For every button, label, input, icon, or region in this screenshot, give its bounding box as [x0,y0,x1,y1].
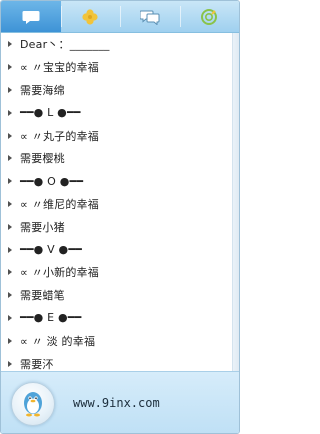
tab-groups[interactable] [120,1,180,32]
list-item[interactable]: 需要樱桃 [1,147,239,170]
group-label: 需要小猪 [20,220,65,234]
expand-arrow-icon [8,178,12,185]
group-label: ∝ 〃小新的幸福 [20,266,99,280]
expand-arrow-icon [8,64,12,71]
list-item[interactable]: ∝ 〃 淡 的幸福 [1,329,239,352]
group-label: 需要㳅 [20,357,54,371]
list-item[interactable]: ∝ 〃宝宝的幸福 [1,56,239,79]
group-label: ∝ 〃 淡 的幸福 [20,334,96,348]
penguin-avatar-icon [24,392,42,417]
group-label: ∝ 〃宝宝的幸福 [20,61,99,75]
expand-arrow-icon [8,200,12,207]
tab-zone[interactable] [179,1,240,32]
scrollbar-track[interactable] [232,33,239,371]
group-label: ━━● L ●━━ [20,106,81,120]
contact-panel: Dear丶：_______ ∝ 〃宝宝的幸福 需要海绵 ━━● L ●━━ ∝ … [0,0,240,434]
group-label: 需要海绵 [20,83,65,97]
footer-bar: www.9inx.com [1,371,239,433]
list-item[interactable]: ━━● V ●━━ [1,238,239,261]
group-label: 需要蜡笔 [20,289,65,303]
group-label: 需要樱桃 [20,152,65,166]
expand-arrow-icon [8,155,12,162]
group-label: ━━● O ●━━ [20,174,84,188]
list-item[interactable]: 需要小猪 [1,215,239,238]
expand-arrow-icon [8,292,12,299]
expand-arrow-icon [8,86,12,93]
list-item[interactable]: ━━● E ●━━ [1,307,239,330]
expand-arrow-icon [8,269,12,276]
expand-arrow-icon [8,41,12,48]
expand-arrow-icon [8,223,12,230]
list-item[interactable]: 需要蜡笔 [1,284,239,307]
expand-arrow-icon [8,314,12,321]
zone-icon [201,8,218,25]
tab-favorites[interactable] [60,1,121,32]
expand-arrow-icon [8,360,12,367]
group-chat-icon [139,10,160,25]
avatar[interactable] [11,382,55,426]
list-item[interactable]: ∝ 〃丸子的幸福 [1,124,239,147]
tab-chat[interactable] [1,1,61,32]
tab-bar [1,1,239,33]
expand-arrow-icon [8,132,12,139]
expand-arrow-icon [8,337,12,344]
list-item[interactable]: ━━● O ●━━ [1,170,239,193]
group-label: ∝ 〃丸子的幸福 [20,129,99,143]
group-label: ━━● V ●━━ [20,243,83,257]
group-label: ━━● E ●━━ [20,311,82,325]
contact-group-list: Dear丶：_______ ∝ 〃宝宝的幸福 需要海绵 ━━● L ●━━ ∝ … [1,33,239,371]
list-item[interactable]: ━━● L ●━━ [1,101,239,124]
list-item[interactable]: 需要㳅 [1,352,239,371]
site-url-text: www.9inx.com [73,396,160,410]
list-item[interactable]: Dear丶：_______ [1,33,239,56]
list-item[interactable]: ∝ 〃小新的幸福 [1,261,239,284]
expand-arrow-icon [8,246,12,253]
list-item[interactable]: 需要海绵 [1,79,239,102]
expand-arrow-icon [8,109,12,116]
clover-icon [82,8,98,25]
group-label: Dear丶：_______ [20,38,110,52]
list-item[interactable]: ∝ 〃维尼的幸福 [1,193,239,216]
chat-bubble-icon [22,10,40,24]
group-label: ∝ 〃维尼的幸福 [20,197,99,211]
